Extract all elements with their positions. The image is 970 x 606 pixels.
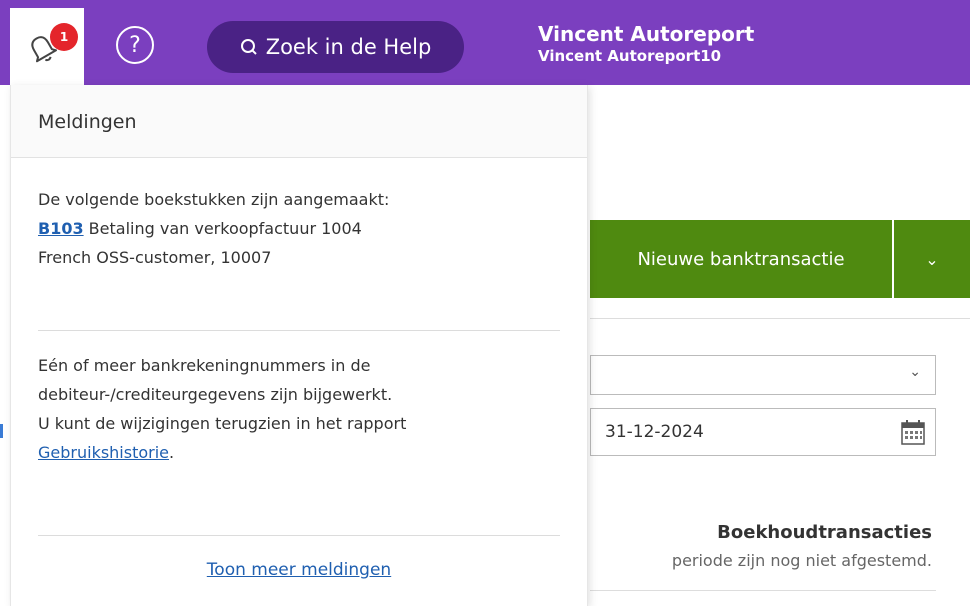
calendar-icon[interactable]	[901, 419, 925, 445]
new-bank-transaction-button[interactable]: Nieuwe banktransactie	[590, 220, 892, 298]
notification-text: Eén of meer bankrekeningnummers in de	[38, 356, 371, 375]
notification-count-badge: 1	[50, 23, 78, 51]
notification-text: B103 Betaling van verkoopfactuur 1004	[38, 214, 558, 243]
user-menu[interactable]: Vincent Autoreport Vincent Autoreport10	[538, 22, 754, 66]
show-more-notifications-link[interactable]: Toon meer meldingen	[11, 560, 587, 580]
help-search-button[interactable]: Zoek in de Help	[207, 21, 464, 73]
notifications-title: Meldingen	[38, 111, 137, 133]
new-bank-transaction-dropdown[interactable]: ⌄	[894, 220, 970, 298]
notification-text: French OSS-customer, 10007	[38, 248, 272, 267]
notifications-header: Meldingen	[11, 85, 587, 158]
chevron-down-icon: ⌄	[909, 364, 921, 380]
entry-link-b103[interactable]: B103	[38, 219, 84, 238]
date-field[interactable]: 31-12-2024	[590, 408, 936, 456]
notifications-button[interactable]: 1	[10, 8, 84, 85]
user-name: Vincent Autoreport	[538, 22, 755, 46]
notification-item: De volgende boekstukken zijn aangemaakt:…	[38, 185, 558, 272]
notification-text: De volgende boekstukken zijn aangemaakt:	[38, 190, 390, 209]
notification-text: debiteur-/crediteurgegevens zijn bijgewe…	[38, 385, 393, 404]
bookkeeping-transactions-subtitle: periode zijn nog niet afgestemd.	[671, 551, 932, 570]
help-icon[interactable]: ?	[116, 26, 154, 64]
notification-text: Gebruikshistorie.	[38, 438, 558, 467]
divider	[38, 535, 560, 536]
user-division: Vincent Autoreport10	[538, 47, 722, 65]
top-bar: 1 ? Zoek in de Help Vincent Autoreport V…	[0, 0, 970, 85]
date-value: 31-12-2024	[605, 422, 704, 442]
notification-item: Eén of meer bankrekeningnummers in de de…	[38, 351, 558, 467]
search-icon	[240, 39, 257, 55]
notification-text: Betaling van verkoopfactuur 1004	[83, 219, 362, 238]
notification-text: .	[169, 443, 175, 462]
notifications-panel: Meldingen De volgende boekstukken zijn a…	[10, 85, 588, 606]
bookkeeping-transactions-title: Boekhoudtransacties	[717, 522, 932, 543]
period-select[interactable]: ⌄	[590, 355, 936, 395]
usage-history-link[interactable]: Gebruikshistorie	[38, 443, 169, 462]
help-search-label: Zoek in de Help	[265, 35, 432, 59]
divider	[38, 330, 560, 331]
left-accent-mark	[0, 424, 3, 438]
divider	[590, 318, 970, 319]
divider	[590, 590, 936, 591]
chevron-down-icon: ⌄	[925, 249, 939, 269]
notification-text: U kunt de wijzigingen terugzien in het r…	[38, 414, 407, 433]
